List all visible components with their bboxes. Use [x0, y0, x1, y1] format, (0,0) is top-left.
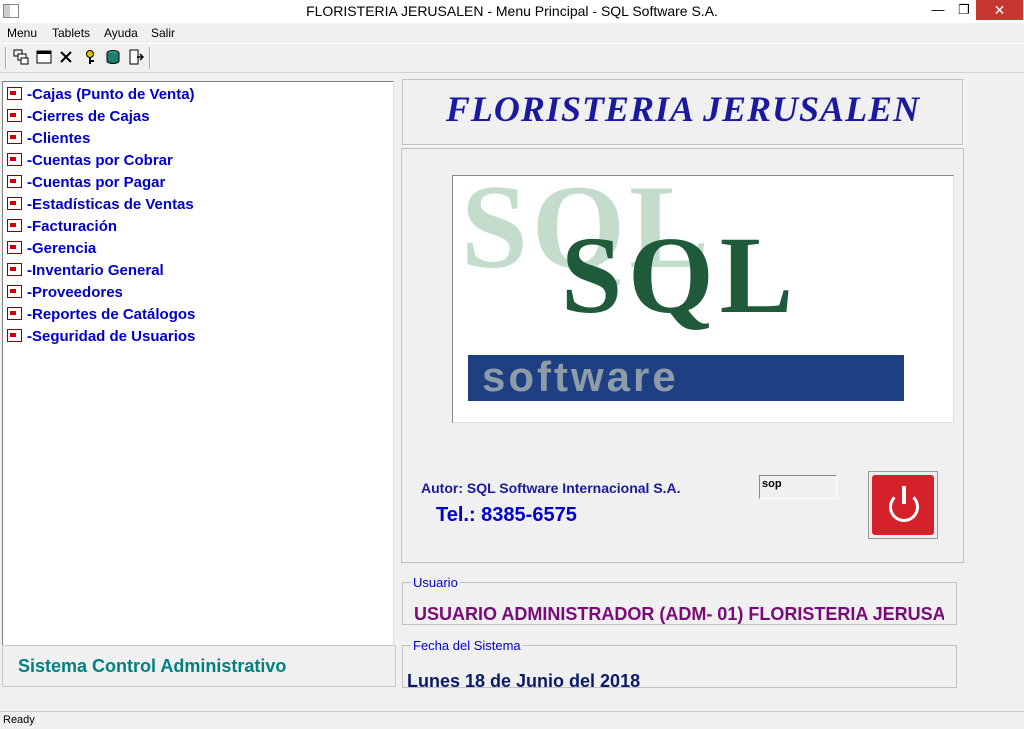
- module-icon: [7, 87, 22, 100]
- module-icon: [7, 285, 22, 298]
- sidebar-item-reportes[interactable]: -Reportes de Catálogos: [7, 306, 195, 326]
- sidebar-item-cierres-de-cajas[interactable]: -Cierres de Cajas: [7, 108, 150, 128]
- sidebar-item-inventario[interactable]: -Inventario General: [7, 262, 164, 282]
- usuario-legend: Usuario: [413, 575, 458, 590]
- database-icon[interactable]: [104, 49, 122, 67]
- menu-ayuda[interactable]: Ayuda: [104, 26, 138, 40]
- sidebar-item-label: -Cierres de Cajas: [27, 108, 150, 125]
- menu-menu[interactable]: Menu: [7, 26, 37, 40]
- toolbar-separator: [149, 47, 151, 69]
- sidebar-item-clientes[interactable]: -Clientes: [7, 130, 90, 150]
- module-icon: [7, 307, 22, 320]
- exit-door-icon[interactable]: [127, 49, 145, 67]
- menu-tablets[interactable]: Tablets: [52, 26, 90, 40]
- sidebar-item-label: -Clientes: [27, 130, 91, 147]
- system-name-label: Sistema Control Administrativo: [18, 656, 287, 676]
- logo-band-text: software: [482, 353, 679, 400]
- sidebar-item-estadisticas[interactable]: -Estadísticas de Ventas: [7, 196, 194, 216]
- toolbar-separator: [5, 47, 7, 69]
- sidebar-item-cuentas-por-pagar[interactable]: -Cuentas por Pagar: [7, 174, 165, 194]
- sidebar-item-label: -Estadísticas de Ventas: [27, 196, 194, 213]
- author-label: Autor: SQL Software Internacional S.A.: [421, 480, 681, 496]
- sidebar-item-facturacion[interactable]: -Facturación: [7, 218, 117, 238]
- sidebar-item-label: -Cuentas por Pagar: [27, 174, 166, 191]
- module-icon: [7, 153, 22, 166]
- sidebar-item-label: -Inventario General: [27, 262, 164, 279]
- sidebar-item-cajas[interactable]: -Cajas (Punto de Venta): [7, 86, 195, 106]
- menu-salir[interactable]: Salir: [151, 26, 175, 40]
- power-button[interactable]: [868, 471, 938, 539]
- close-x-icon[interactable]: [57, 49, 75, 67]
- window-icon[interactable]: [35, 49, 53, 67]
- user-code-field[interactable]: sop: [759, 475, 837, 499]
- module-icon: [7, 109, 22, 122]
- module-list: -Cajas (Punto de Venta) -Cierres de Caja…: [2, 81, 394, 646]
- fecha-legend: Fecha del Sistema: [413, 638, 521, 653]
- company-name: FLORISTERIA JERUSALEN: [445, 89, 921, 129]
- usuario-value: USUARIO ADMINISTRADOR (ADM- 01) FLORISTE…: [414, 604, 944, 624]
- company-banner: FLORISTERIA JERUSALEN: [402, 79, 964, 146]
- minimize-button[interactable]: —: [925, 0, 951, 20]
- menu-bar: Menu Tablets Ayuda Salir: [0, 23, 1024, 43]
- sidebar-item-label: -Cuentas por Cobrar: [27, 152, 173, 169]
- sidebar-item-label: -Seguridad de Usuarios: [27, 328, 196, 345]
- key-icon[interactable]: [81, 49, 99, 67]
- phone-label: Tel.: 8385-6575: [436, 504, 577, 526]
- close-button[interactable]: ✕: [976, 0, 1023, 20]
- restore-button[interactable]: ❐: [951, 0, 977, 20]
- module-icon: [7, 197, 22, 210]
- sidebar-item-label: -Reportes de Catálogos: [27, 306, 196, 323]
- fecha-value: Lunes 18 de Junio del 2018: [407, 671, 641, 691]
- fecha-group: Fecha del Sistema Lunes 18 de Junio del …: [402, 638, 957, 691]
- usuario-group: Usuario USUARIO ADMINISTRADOR (ADM- 01) …: [402, 575, 957, 625]
- system-name-panel: Sistema Control Administrativo: [2, 645, 396, 687]
- module-icon: [7, 131, 22, 144]
- sidebar-item-proveedores[interactable]: -Proveedores: [7, 284, 123, 304]
- module-icon: [7, 219, 22, 232]
- module-icon: [7, 329, 22, 342]
- logo-main-text: SQL: [561, 214, 800, 336]
- module-icon: [7, 241, 22, 254]
- toolbar: [0, 43, 1024, 73]
- power-stem: [902, 486, 906, 504]
- sql-software-logo: SQL SQL software: [452, 175, 954, 423]
- window-title: FLORISTERIA JERUSALEN - Menu Principal -…: [306, 3, 718, 19]
- status-bar: Ready: [0, 711, 1024, 729]
- module-icon: [7, 175, 22, 188]
- sidebar-item-seguridad[interactable]: -Seguridad de Usuarios: [7, 328, 195, 348]
- module-icon: [7, 263, 22, 276]
- logo-band: software: [468, 353, 904, 401]
- status-text: Ready: [3, 714, 35, 726]
- title-bar: FLORISTERIA JERUSALEN - Menu Principal -…: [0, 0, 1024, 24]
- sidebar-item-cuentas-por-cobrar[interactable]: -Cuentas por Cobrar: [7, 152, 173, 172]
- sidebar-item-label: -Proveedores: [27, 284, 123, 301]
- sidebar-item-label: -Facturación: [27, 218, 118, 235]
- sidebar-item-gerencia[interactable]: -Gerencia: [7, 240, 96, 260]
- power-icon: [872, 475, 934, 535]
- cascade-icon[interactable]: [12, 49, 30, 67]
- sidebar-item-label: -Gerencia: [27, 240, 97, 257]
- sidebar-item-label: -Cajas (Punto de Venta): [27, 86, 195, 103]
